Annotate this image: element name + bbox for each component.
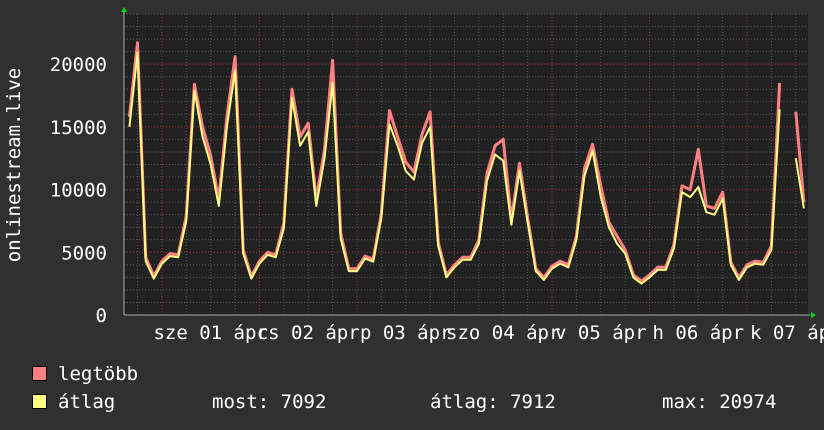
- y-axis-label: onlinestream.live: [3, 68, 25, 262]
- x-tick-label: cs 02 ápr: [257, 322, 360, 344]
- legend-max-label: legtöbb: [58, 363, 139, 385]
- x-tick-label: k 07 ápr: [750, 322, 824, 344]
- y-tick-label: 15000: [50, 117, 107, 139]
- x-tick-label: v 05 ápr: [555, 322, 647, 344]
- legend-swatch-avg: [32, 394, 47, 409]
- legend-max-value: max: 20974: [662, 391, 777, 413]
- x-tick-label: p 03 ápr: [360, 322, 452, 344]
- y-tick-label: 10000: [50, 180, 107, 202]
- x-tick-label: h 06 ápr: [653, 322, 745, 344]
- x-tick-label: szo 04 ápr: [446, 322, 560, 344]
- y-tick-label: 20000: [50, 54, 107, 76]
- y-tick-label: 0: [96, 305, 107, 327]
- x-axis-arrow-icon: [811, 312, 816, 318]
- x-tick-labels: sze 01 áprcs 02 ápr p 03 áprszo 04 áprv 0…: [153, 322, 824, 344]
- y-axis-arrow-icon: [121, 7, 127, 12]
- y-tick-labels: 0 5000 10000 15000 20000: [50, 54, 107, 327]
- legend-now-value: most: 7092: [212, 391, 327, 413]
- x-tick-label: sze 01 ápr: [153, 322, 267, 344]
- legend-avg-label: átlag: [58, 391, 116, 413]
- legend-swatch-max: [32, 366, 47, 381]
- y-tick-label: 5000: [61, 242, 107, 264]
- legend-average-value: átlag: 7912: [430, 391, 556, 413]
